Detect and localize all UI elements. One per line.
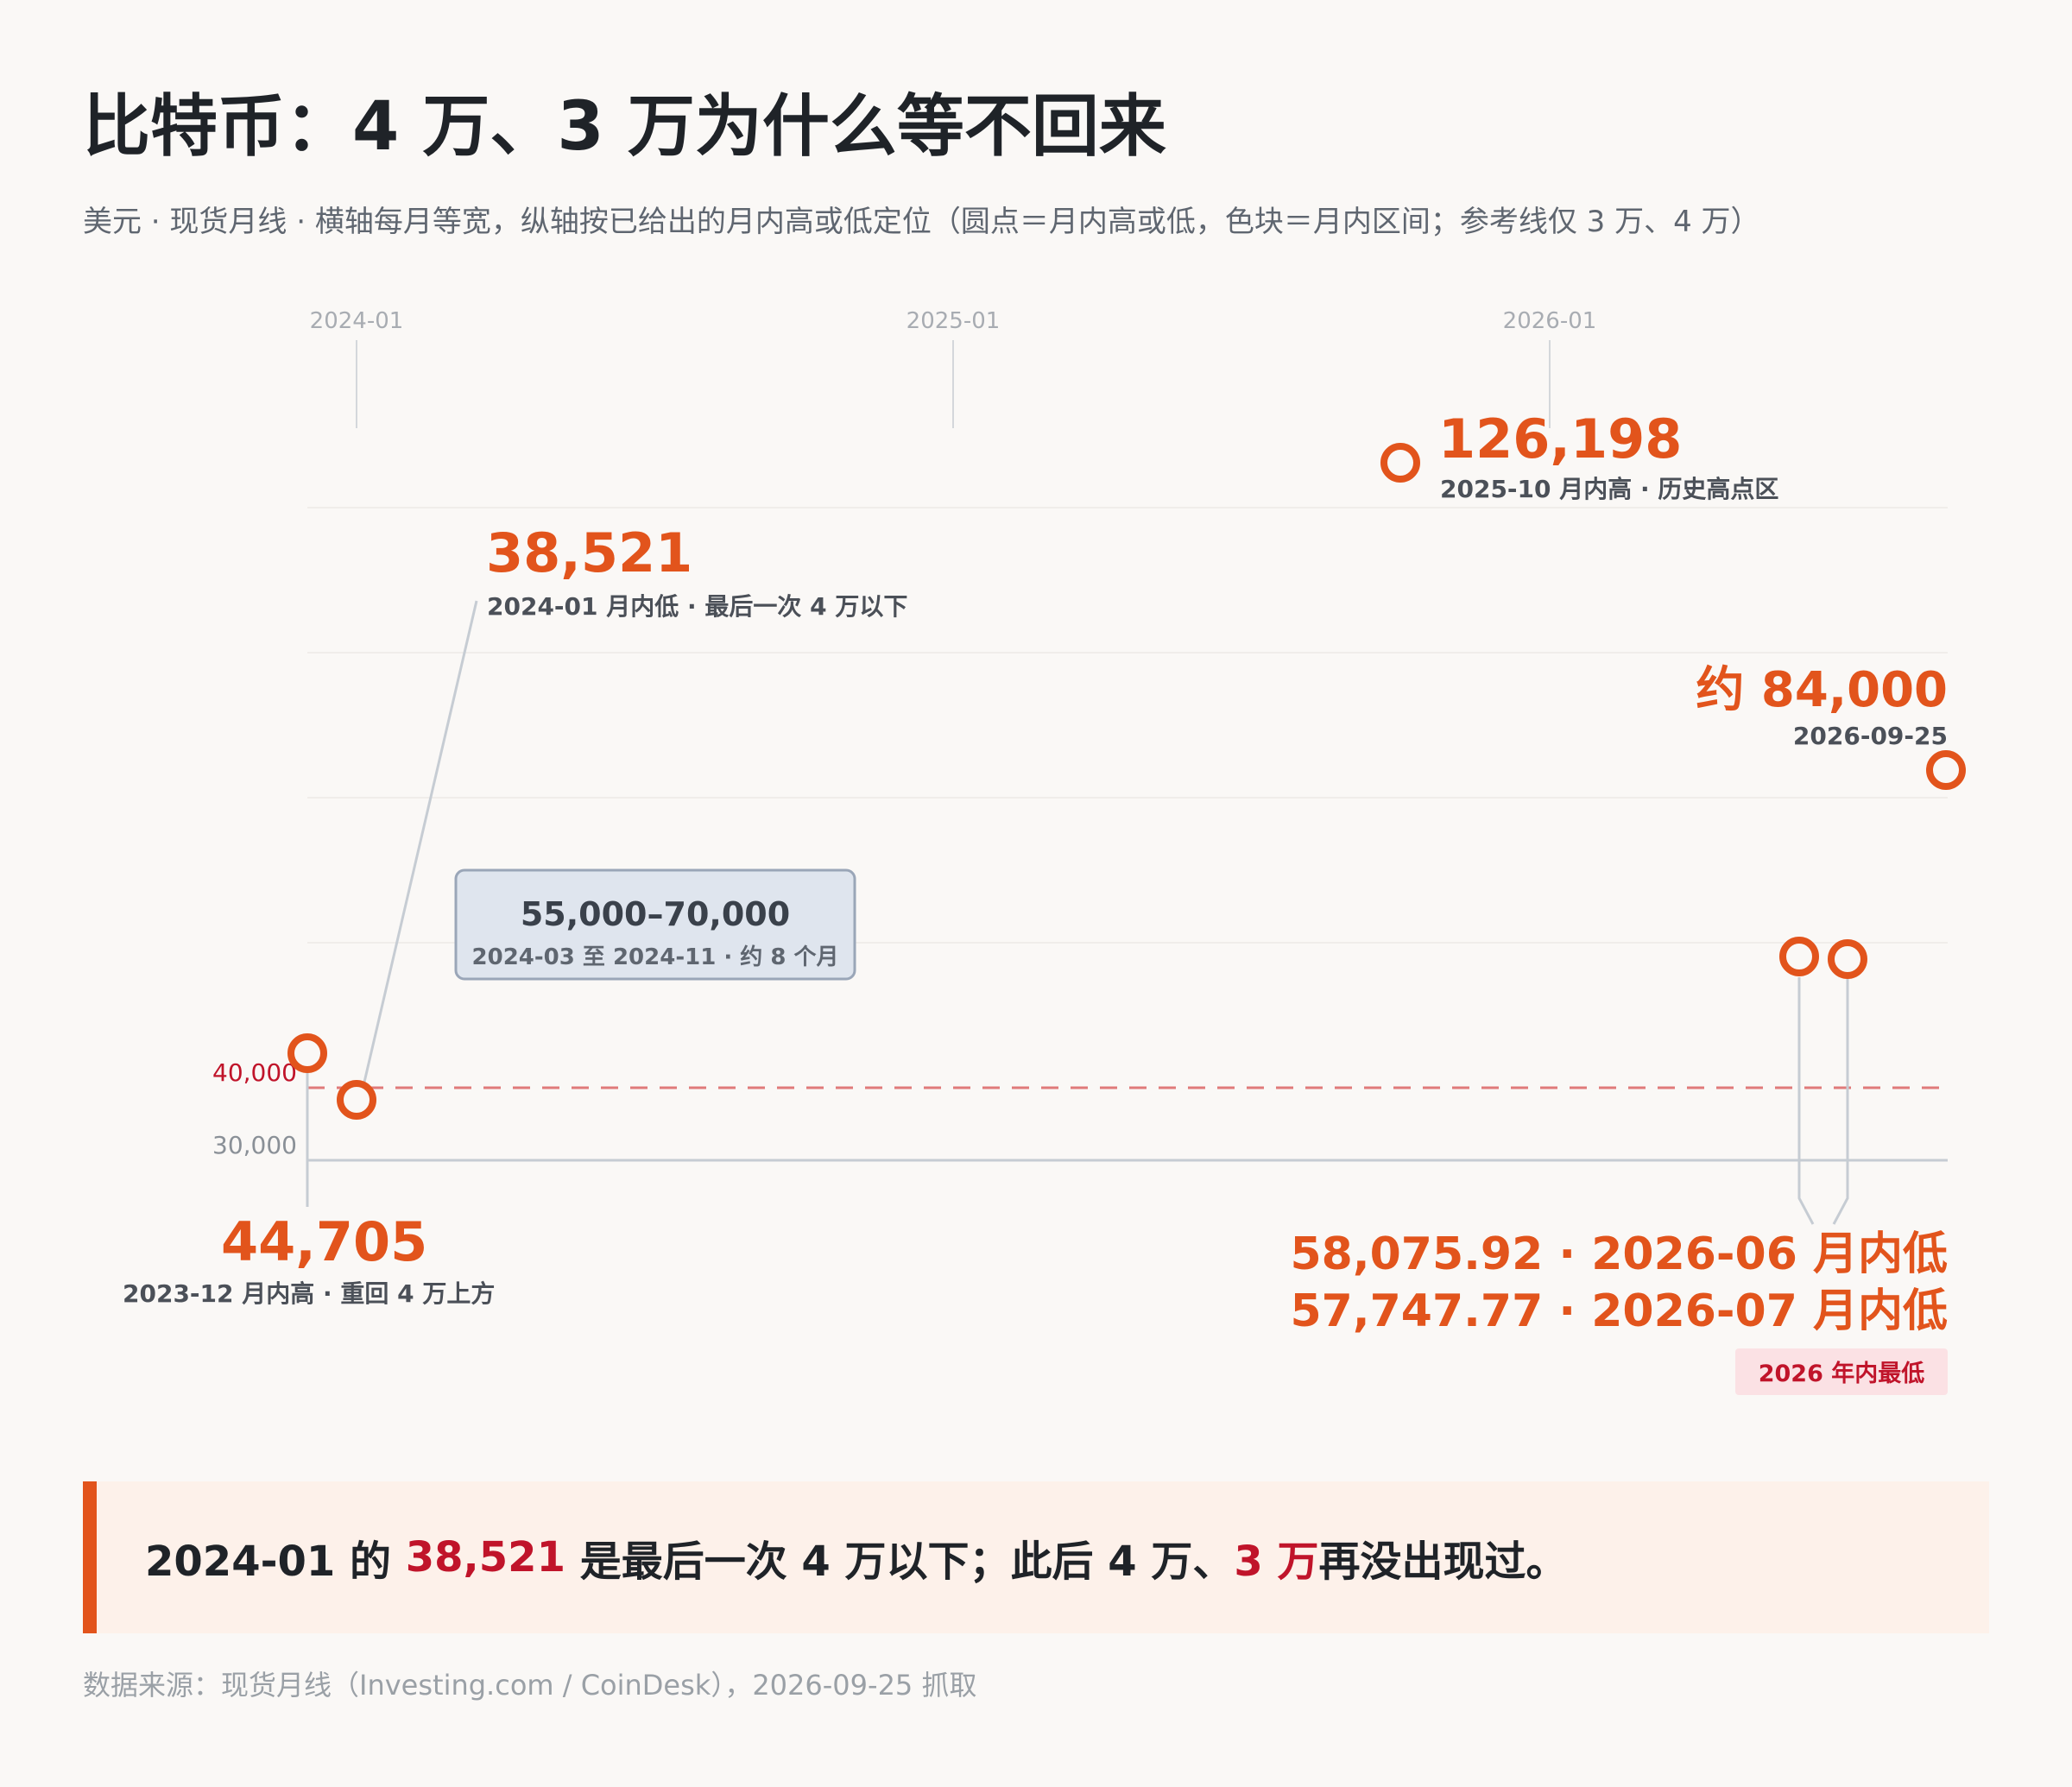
point-2026-06-low	[1779, 937, 1819, 976]
point-2026-09-current	[1926, 750, 1966, 790]
leader-line-2026-07	[1832, 979, 1849, 1225]
ref-label-40000: 40,000	[212, 1058, 297, 1087]
leader-line-2026-06	[1797, 977, 1815, 1225]
summary-callout: 2024-01 的 38,521 是最后一次 4 万以下；此后 4 万、 3 万再…	[83, 1481, 1989, 1633]
year-low-badge-text: 2026 年内最低	[1759, 1360, 1925, 1387]
note-44705: 2023-12 月内高 · 重回 4 万上方	[123, 1279, 495, 1308]
point-2025-10-high	[1380, 443, 1420, 483]
callout-text-1: 2024-01 的	[145, 1538, 406, 1586]
note-84000: 2026-09-25	[1793, 722, 1948, 750]
x-tick-label-2026-01: 2026-01	[1503, 308, 1597, 334]
label-84000: 约 84,000	[1696, 662, 1948, 718]
point-2026-07-low	[1828, 939, 1867, 979]
x-tick-label-2025-01: 2025-01	[906, 308, 1001, 334]
note-38521: 2024-01 月内低 · 最后一次 4 万以下	[487, 592, 907, 621]
label-44705: 44,705	[221, 1210, 427, 1273]
callout-text-3: 再没出现过。	[1318, 1538, 1568, 1586]
note-126198: 2025-10 月内高 · 历史高点区	[1440, 475, 1778, 503]
point-2023-12-high	[287, 1033, 327, 1073]
range-band-note: 2024-03 至 2024-11 · 约 8 个月	[472, 944, 839, 970]
data-source: 数据来源：现货月线（Investing.com / CoinDesk），2026…	[83, 1669, 977, 1702]
ref-label-30000: 30,000	[212, 1131, 297, 1159]
leader-line-38521	[361, 600, 478, 1090]
label-126198: 126,198	[1438, 407, 1682, 470]
label-2026-07-low: 57,747.77 · 2026-07 月内低	[1290, 1285, 1948, 1337]
callout-highlight-38521: 38,521	[405, 1533, 565, 1582]
bitcoin-chart: 2024-01 2025-01 2026-01 30,000 40,000 55,0…	[123, 308, 1966, 1395]
x-tick-label-2024-01: 2024-01	[310, 308, 404, 334]
label-38521: 38,521	[486, 521, 692, 584]
point-2024-01-low	[337, 1080, 376, 1120]
label-2026-06-low: 58,075.92 · 2026-06 月内低	[1290, 1228, 1948, 1280]
range-band-label: 55,000–70,000	[521, 895, 790, 933]
callout-highlight-30k: 3 万	[1234, 1538, 1319, 1586]
callout-text-2: 是最后一次 4 万以下；此后 4 万、	[565, 1538, 1235, 1586]
